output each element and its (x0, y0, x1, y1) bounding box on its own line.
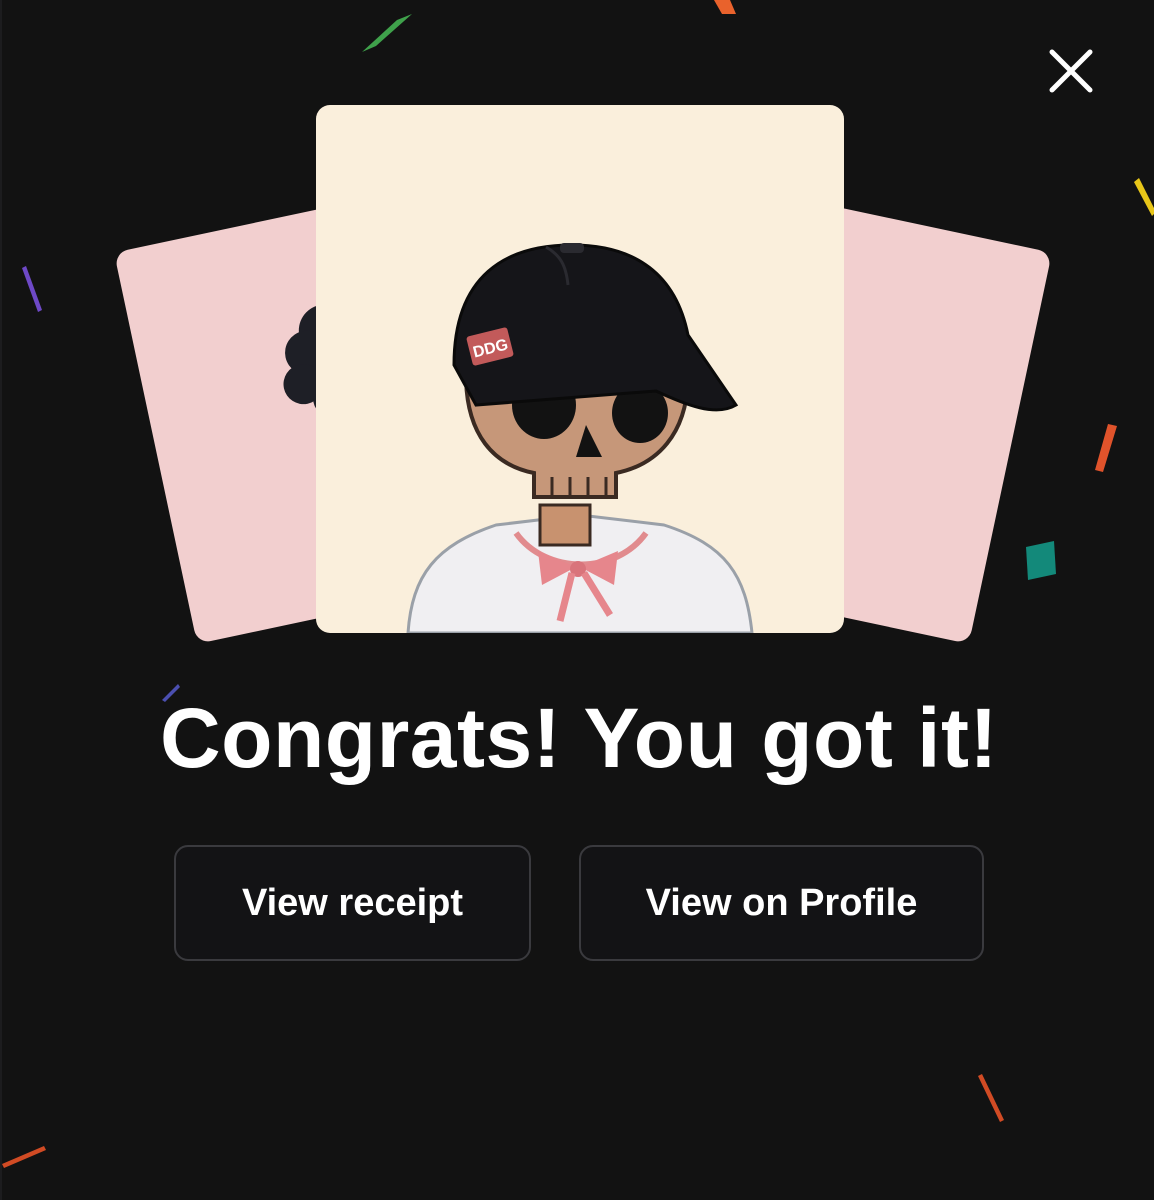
close-icon (1049, 49, 1093, 93)
nft-card-main: DDG (316, 105, 844, 633)
view-receipt-button[interactable]: View receipt (174, 845, 531, 961)
view-on-profile-label: View on Profile (645, 881, 918, 924)
purchase-success-modal: DDG Congrats! You got it! View receipt V… (0, 0, 1154, 1200)
view-receipt-label: View receipt (241, 881, 464, 924)
view-on-profile-button[interactable]: View on Profile (579, 845, 984, 961)
close-button[interactable] (1042, 42, 1100, 100)
nft-artwork-main: DDG (406, 243, 754, 633)
success-headline: Congrats! You got it! (160, 691, 998, 785)
